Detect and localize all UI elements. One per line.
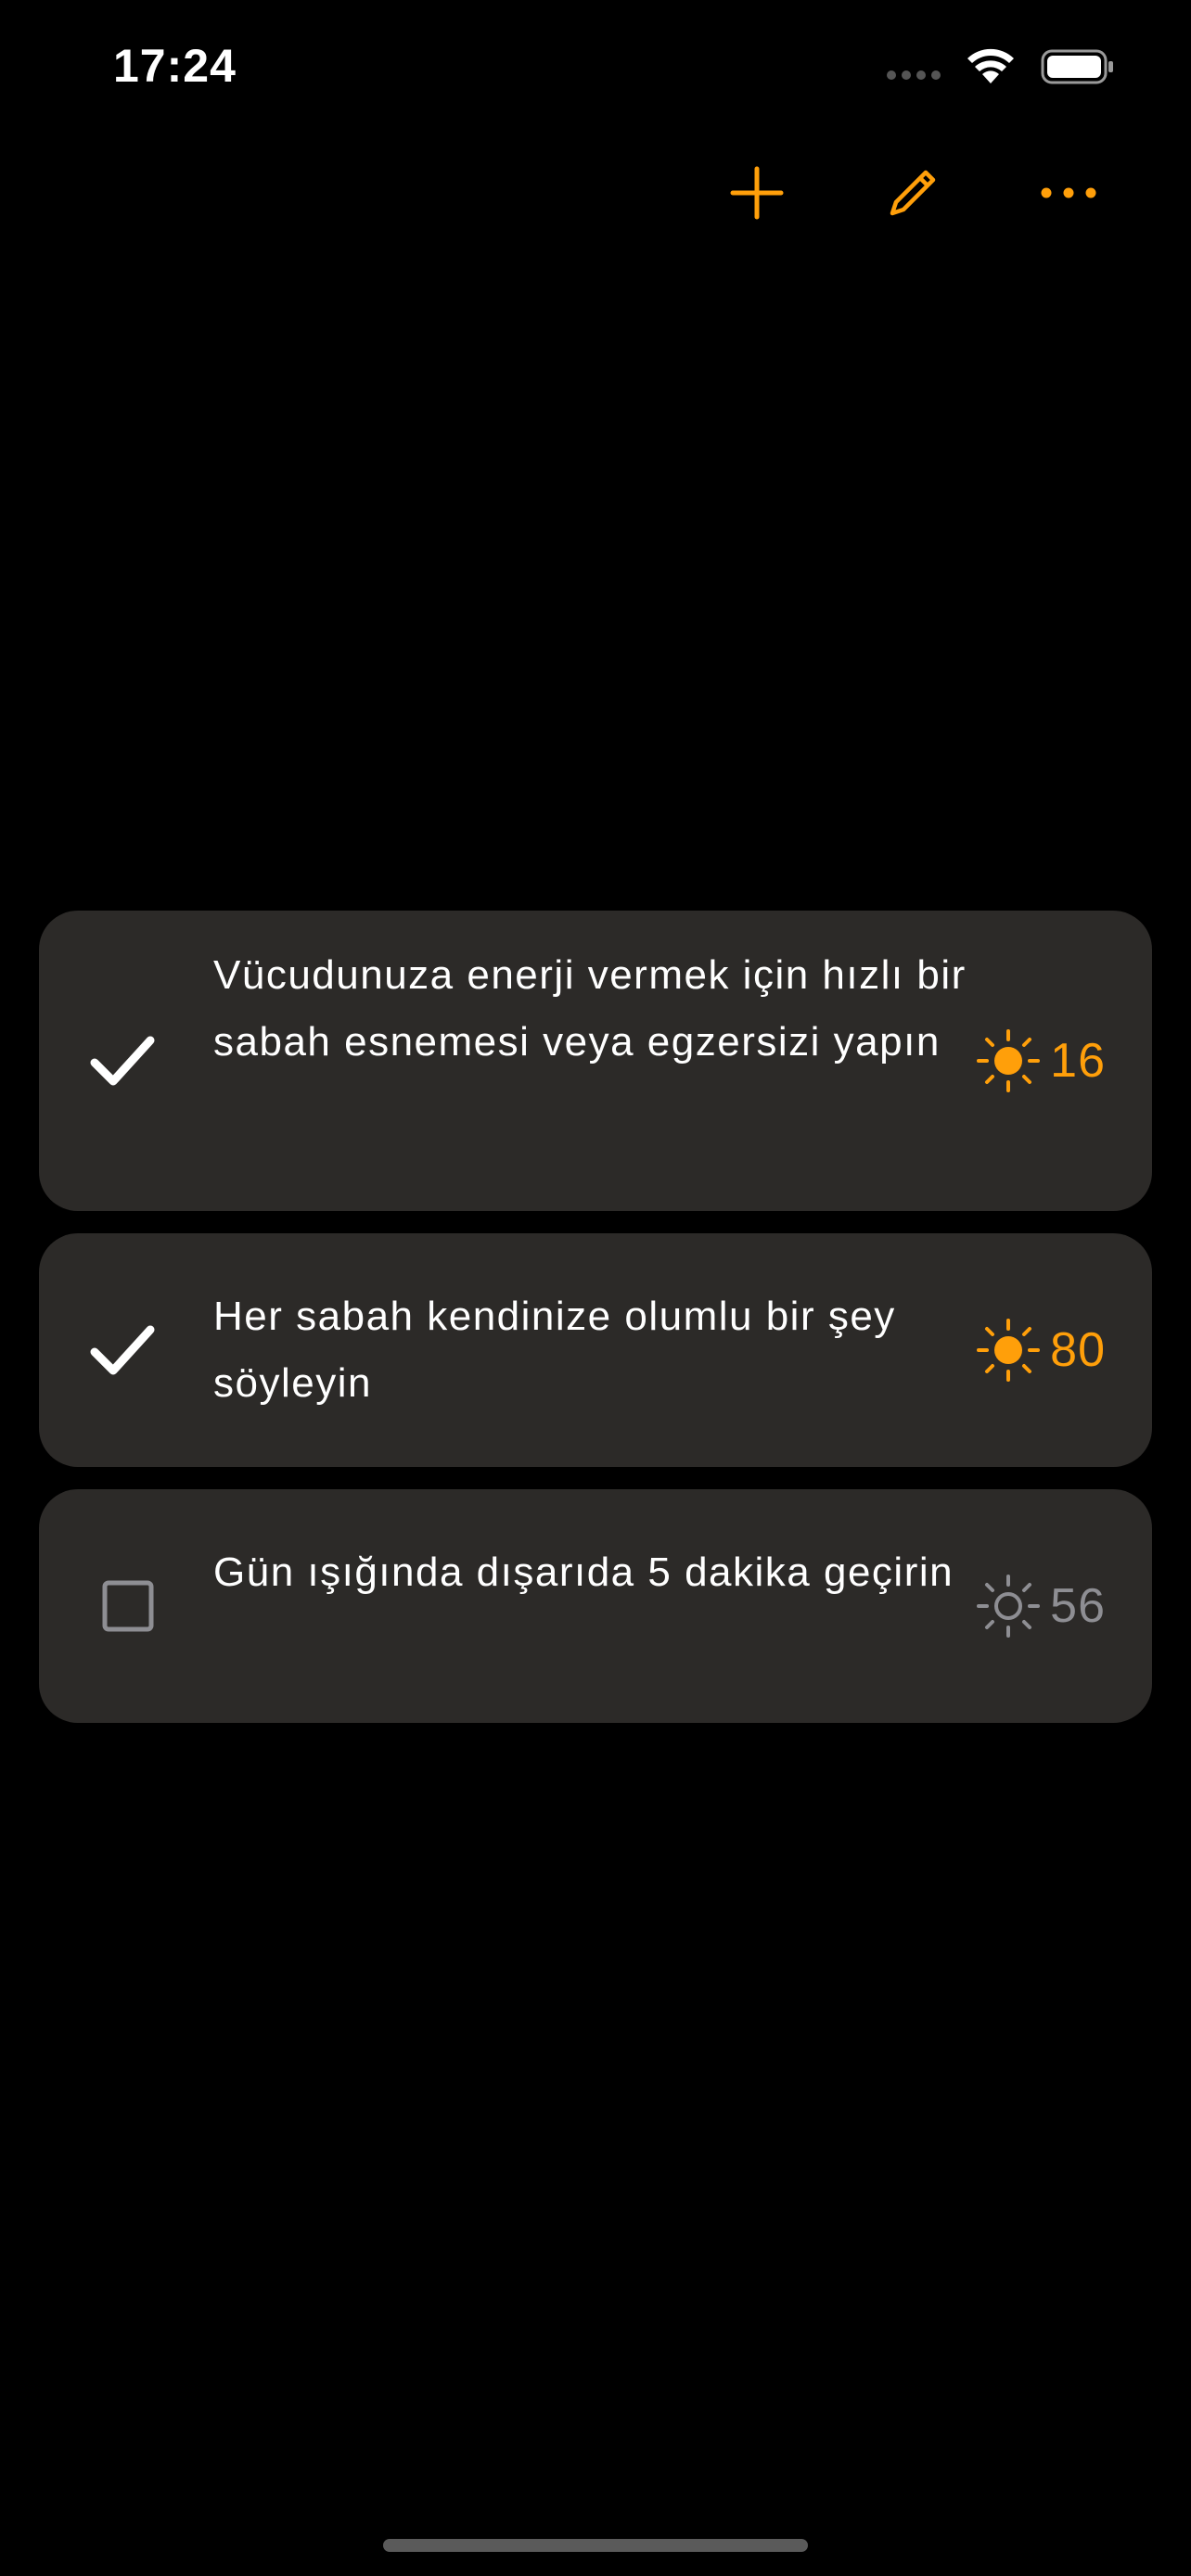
task-list: Vücudunuza enerji vermek için hızlı bir …: [39, 911, 1152, 1745]
edit-button[interactable]: [868, 148, 957, 237]
task-text: Gün ışığında dışarıda 5 dakika geçirin: [213, 1549, 954, 1595]
battery-icon: [1041, 49, 1113, 84]
task-text: Vücudunuza enerji vermek için hızlı bir …: [213, 952, 967, 1065]
home-indicator[interactable]: [383, 2539, 808, 2552]
task-score: 56: [976, 1574, 1106, 1639]
pencil-icon: [890, 170, 936, 216]
toolbar: [0, 148, 1191, 237]
status-time: 17:24: [113, 40, 237, 92]
sun-icon: [977, 1029, 1041, 1092]
score-value: 80: [1050, 1323, 1106, 1377]
wifi-icon: [967, 48, 1014, 83]
status-bar: 17:24: [0, 0, 1191, 139]
task-score: 80: [976, 1318, 1106, 1383]
more-button[interactable]: [1024, 148, 1113, 237]
signal-dots-icon: [887, 70, 941, 80]
checkmark-icon: [90, 1325, 155, 1375]
sun-icon: [977, 1319, 1041, 1382]
task-score: 16: [976, 1028, 1106, 1093]
ellipsis-icon: [1041, 187, 1096, 198]
task-checkbox-checked[interactable]: [85, 1024, 160, 1098]
status-icons: [887, 46, 1115, 87]
task-checkbox-checked[interactable]: [85, 1313, 160, 1387]
task-text: Her sabah kendinize olumlu bir şey söyle…: [213, 1294, 896, 1406]
score-value: 56: [1050, 1579, 1106, 1633]
task-card[interactable]: Gün ışığında dışarıda 5 dakika geçirin 5…: [39, 1489, 1152, 1723]
score-value: 16: [1050, 1034, 1106, 1088]
task-card[interactable]: Her sabah kendinize olumlu bir şey söyle…: [39, 1233, 1152, 1467]
empty-checkbox-icon: [102, 1580, 154, 1632]
checkmark-icon: [90, 1036, 155, 1086]
task-checkbox-unchecked[interactable]: [91, 1569, 165, 1643]
add-button[interactable]: [712, 148, 801, 237]
task-card[interactable]: Vücudunuza enerji vermek için hızlı bir …: [39, 911, 1152, 1211]
plus-icon: [730, 166, 784, 220]
sun-outline-icon: [977, 1575, 1041, 1638]
